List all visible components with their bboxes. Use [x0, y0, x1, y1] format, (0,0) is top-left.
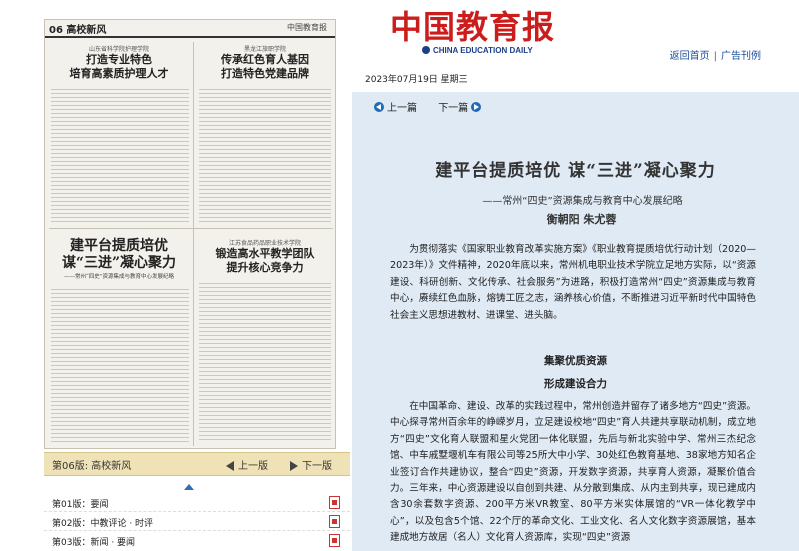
- section-heading: 形成建设合力: [544, 378, 607, 390]
- newspaper-page-thumbnail[interactable]: 06 高校新风 中国教育报 山东省科学院护理学院 打造专业特色 培育高素质护理人…: [44, 19, 336, 449]
- prev-page-button[interactable]: 上一版: [226, 457, 268, 472]
- pdf-icon[interactable]: [329, 515, 340, 528]
- header-nav: 返回首页 | 广告刊例: [670, 47, 761, 62]
- paper-text-block: [199, 280, 331, 442]
- paper-masthead: 中国教育报: [287, 23, 327, 32]
- article-body-paragraph: 在中国革命、建设、改革的实践过程中，常州创造并留存了诸多地方“四史”资源。中心探…: [390, 401, 756, 544]
- paper-article-headline: 打造专业特色 培育高素质护理人才: [69, 53, 169, 80]
- paper-top-bar: 06 高校新风 中国教育报: [45, 20, 335, 38]
- paper-article-headline: 建平台提质培优 谋“三进”凝心聚力: [61, 238, 177, 271]
- pdf-icon[interactable]: [329, 534, 340, 547]
- paper-article-1[interactable]: 山东省科学院护理学院 打造专业特色 培育高素质护理人才: [49, 44, 189, 81]
- paper-article-4[interactable]: 江苏食品药品职业技术学院 锻造高水平教学团队 提升核心竞争力: [197, 238, 333, 275]
- nav-home-link[interactable]: 返回首页: [670, 51, 710, 62]
- page-list-item[interactable]: 第02版：中教评论 · 时评: [44, 513, 350, 531]
- site-logo[interactable]: 中国教育报: [390, 2, 555, 48]
- prev-article-button[interactable]: 上一篇: [374, 102, 417, 114]
- site-logo-english: CHINA EDUCATION DAILY: [422, 46, 533, 55]
- article-nav: 上一篇 下一篇: [374, 99, 484, 114]
- paper-article-kicker: 黑龙江旅职学院: [243, 46, 286, 53]
- article-subtitle: ——常州“四史”资源集成与教育中心发展纪略: [482, 196, 683, 207]
- divider: [44, 511, 350, 512]
- paper-page-number: 06 高校新风: [49, 25, 107, 36]
- arrow-left-circle-icon: [374, 102, 384, 112]
- row-divider: [49, 228, 333, 229]
- paper-article-3[interactable]: 建平台提质培优 谋“三进”凝心聚力 ——常州“四史”资源集成与教育中心发展纪略: [49, 238, 189, 280]
- page-list-item[interactable]: 第03版：新闻 · 要闻: [44, 532, 350, 550]
- paper-article-2[interactable]: 黑龙江旅职学院 传承红色育人基因 打造特色党建品牌: [197, 44, 333, 81]
- page-list-item[interactable]: 第01版：要闻: [44, 494, 350, 512]
- article-intro-paragraph: 为贯彻落实《国家职业教育改革实施方案》《职业教育提质培优行动计划（2020—20…: [390, 244, 756, 321]
- collapse-toggle-icon[interactable]: [184, 484, 194, 491]
- article-title: 建平台提质培优 谋“三进”凝心聚力: [435, 161, 716, 181]
- issue-date: 2023年07月19日 星期三: [365, 75, 468, 85]
- page-list-label: 第02版：中教评论 · 时评: [52, 519, 154, 529]
- arrow-right-icon: [290, 461, 298, 471]
- next-page-button[interactable]: 下一版: [290, 457, 332, 472]
- paper-text-block: [199, 86, 331, 222]
- site-header: 中国教育报 CHINA EDUCATION DAILY 返回首页 | 广告刊例 20…: [352, 0, 799, 92]
- right-panel: 中国教育报 CHINA EDUCATION DAILY 返回首页 | 广告刊例 20…: [352, 0, 799, 551]
- page-list-label: 第03版：新闻 · 要闻: [52, 538, 136, 548]
- section-heading: 集聚优质资源: [544, 355, 607, 367]
- page-list-label: 第01版：要闻: [52, 500, 109, 510]
- pdf-icon[interactable]: [329, 496, 340, 509]
- next-article-button[interactable]: 下一篇: [438, 102, 484, 114]
- article-author: 衡朝阳 朱尤蓉: [546, 213, 617, 226]
- divider: [44, 530, 350, 531]
- arrow-left-icon: [226, 461, 234, 471]
- paper-text-block: [51, 286, 189, 442]
- paper-article-sub: ——常州“四史”资源集成与教育中心发展纪略: [63, 274, 175, 280]
- article-area: 上一篇 下一篇 建平台提质培优 谋“三进”凝心聚力 ——常州“四史”资源集成与教…: [352, 92, 799, 551]
- paper-article-kicker: 江苏食品药品职业技术学院: [228, 240, 301, 247]
- arrow-right-circle-icon: [471, 102, 482, 112]
- left-panel: 06 高校新风 中国教育报 山东省科学院护理学院 打造专业特色 培育高素质护理人…: [0, 0, 352, 551]
- paper-article-headline: 传承红色育人基因 打造特色党建品牌: [221, 53, 309, 80]
- current-page-label: 第06版: 高校新风: [52, 461, 132, 472]
- nav-separator: |: [713, 51, 717, 62]
- column-divider: [193, 42, 194, 446]
- page-switch-bar: 第06版: 高校新风 上一版 下一版: [44, 452, 350, 476]
- paper-article-kicker: 山东省科学院护理学院: [88, 46, 149, 53]
- paper-text-block: [51, 86, 189, 222]
- globe-icon: [422, 46, 430, 54]
- paper-article-headline: 锻造高水平教学团队 提升核心竞争力: [215, 247, 315, 274]
- nav-ad-link[interactable]: 广告刊例: [721, 51, 761, 62]
